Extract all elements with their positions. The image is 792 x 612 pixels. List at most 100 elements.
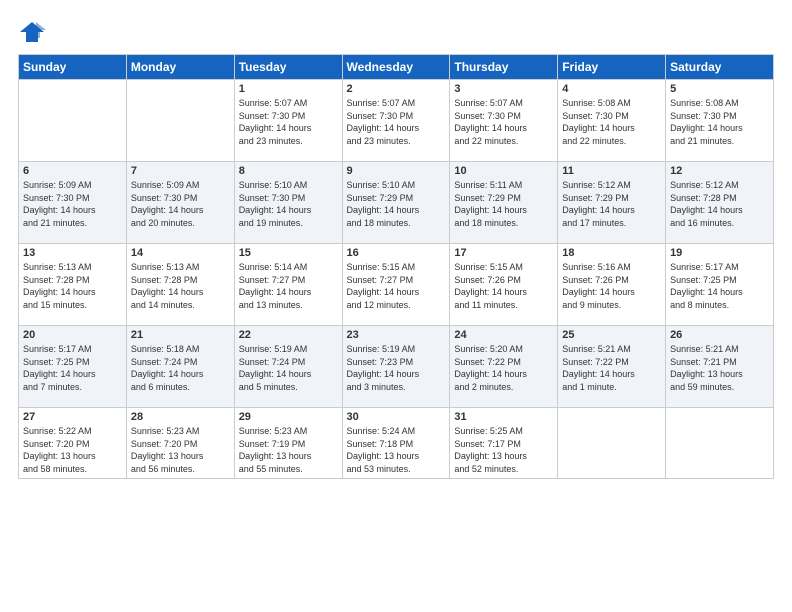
day-info: Sunrise: 5:09 AM Sunset: 7:30 PM Dayligh… (23, 179, 122, 229)
day-cell: 17 Sunrise: 5:15 AM Sunset: 7:26 PM Dayli… (450, 244, 558, 326)
day-number: 23 (347, 329, 446, 341)
week-row-4: 20Sunrise: 5:17 AM Sunset: 7:25 PM Dayli… (19, 326, 774, 408)
day-info: Sunrise: 5:17 AM Sunset: 7:25 PM Dayligh… (23, 343, 122, 393)
day-info: Sunrise: 5:17 AM Sunset: 7:25 PM Dayligh… (670, 261, 769, 311)
day-info: Sunrise: 5:07 AM Sunset: 7:30 PM Dayligh… (347, 97, 446, 147)
day-cell: 25Sunrise: 5:21 AM Sunset: 7:22 PM Dayli… (558, 326, 666, 408)
day-cell: 23 Sunrise: 5:19 AM Sunset: 7:23 PM Dayli… (342, 326, 450, 408)
weekday-header-tuesday: Tuesday (234, 55, 342, 80)
day-info: Sunrise: 5:24 AM Sunset: 7:18 PM Dayligh… (347, 425, 446, 475)
day-cell: 26 Sunrise: 5:21 AM Sunset: 7:21 PM Dayli… (666, 326, 774, 408)
day-info: Sunrise: 5:09 AM Sunset: 7:30 PM Dayligh… (131, 179, 230, 229)
day-cell: 22Sunrise: 5:19 AM Sunset: 7:24 PM Dayli… (234, 326, 342, 408)
day-info: Sunrise: 5:16 AM Sunset: 7:26 PM Dayligh… (562, 261, 661, 311)
day-cell: 12 Sunrise: 5:12 AM Sunset: 7:28 PM Dayli… (666, 162, 774, 244)
day-cell (666, 408, 774, 479)
day-cell: 6 Sunrise: 5:09 AM Sunset: 7:30 PM Daylig… (19, 162, 127, 244)
day-number: 4 (562, 83, 661, 95)
day-number: 3 (454, 83, 553, 95)
week-row-3: 13 Sunrise: 5:13 AM Sunset: 7:28 PM Dayli… (19, 244, 774, 326)
day-number: 28 (131, 411, 230, 423)
week-row-5: 27 Sunrise: 5:22 AM Sunset: 7:20 PM Dayli… (19, 408, 774, 479)
weekday-header-wednesday: Wednesday (342, 55, 450, 80)
calendar: SundayMondayTuesdayWednesdayThursdayFrid… (18, 54, 774, 479)
day-cell: 10 Sunrise: 5:11 AM Sunset: 7:29 PM Dayli… (450, 162, 558, 244)
day-number: 12 (670, 165, 769, 177)
day-info: Sunrise: 5:14 AM Sunset: 7:27 PM Dayligh… (239, 261, 338, 311)
day-cell: 31Sunrise: 5:25 AM Sunset: 7:17 PM Dayli… (450, 408, 558, 479)
logo (18, 18, 50, 46)
day-cell (558, 408, 666, 479)
day-number: 1 (239, 83, 338, 95)
day-number: 2 (347, 83, 446, 95)
day-cell: 30 Sunrise: 5:24 AM Sunset: 7:18 PM Dayli… (342, 408, 450, 479)
day-cell: 11 Sunrise: 5:12 AM Sunset: 7:29 PM Dayli… (558, 162, 666, 244)
logo-icon (18, 18, 46, 46)
day-number: 31 (454, 411, 553, 423)
day-cell: 19 Sunrise: 5:17 AM Sunset: 7:25 PM Dayli… (666, 244, 774, 326)
day-number: 6 (23, 165, 122, 177)
day-cell: 24Sunrise: 5:20 AM Sunset: 7:22 PM Dayli… (450, 326, 558, 408)
day-number: 21 (131, 329, 230, 341)
day-cell: 2 Sunrise: 5:07 AM Sunset: 7:30 PM Daylig… (342, 80, 450, 162)
day-cell: 7 Sunrise: 5:09 AM Sunset: 7:30 PM Daylig… (126, 162, 234, 244)
day-cell: 8Sunrise: 5:10 AM Sunset: 7:30 PM Daylig… (234, 162, 342, 244)
week-row-2: 6 Sunrise: 5:09 AM Sunset: 7:30 PM Daylig… (19, 162, 774, 244)
day-info: Sunrise: 5:18 AM Sunset: 7:24 PM Dayligh… (131, 343, 230, 393)
day-info: Sunrise: 5:10 AM Sunset: 7:30 PM Dayligh… (239, 179, 338, 229)
weekday-header-friday: Friday (558, 55, 666, 80)
day-number: 19 (670, 247, 769, 259)
day-cell: 13 Sunrise: 5:13 AM Sunset: 7:28 PM Dayli… (19, 244, 127, 326)
day-number: 7 (131, 165, 230, 177)
day-info: Sunrise: 5:22 AM Sunset: 7:20 PM Dayligh… (23, 425, 122, 475)
day-number: 17 (454, 247, 553, 259)
day-info: Sunrise: 5:12 AM Sunset: 7:28 PM Dayligh… (670, 179, 769, 229)
day-info: Sunrise: 5:23 AM Sunset: 7:20 PM Dayligh… (131, 425, 230, 475)
day-info: Sunrise: 5:15 AM Sunset: 7:27 PM Dayligh… (347, 261, 446, 311)
day-info: Sunrise: 5:12 AM Sunset: 7:29 PM Dayligh… (562, 179, 661, 229)
day-cell: 1Sunrise: 5:07 AM Sunset: 7:30 PM Daylig… (234, 80, 342, 162)
week-row-1: 1 Sunrise: 5:07 AM Sunset: 7:30 PM Daylig… (19, 80, 774, 162)
weekday-header-saturday: Saturday (666, 55, 774, 80)
day-number: 22 (239, 329, 338, 341)
day-number: 16 (347, 247, 446, 259)
day-number: 27 (23, 411, 122, 423)
day-number: 18 (562, 247, 661, 259)
day-info: Sunrise: 5:08 AM Sunset: 7:30 PM Dayligh… (670, 97, 769, 147)
day-cell: 14Sunrise: 5:13 AM Sunset: 7:28 PM Dayli… (126, 244, 234, 326)
day-number: 11 (562, 165, 661, 177)
day-cell: 5 Sunrise: 5:08 AM Sunset: 7:30 PM Daylig… (666, 80, 774, 162)
day-number: 24 (454, 329, 553, 341)
day-info: Sunrise: 5:19 AM Sunset: 7:23 PM Dayligh… (347, 343, 446, 393)
day-number: 30 (347, 411, 446, 423)
day-info: Sunrise: 5:13 AM Sunset: 7:28 PM Dayligh… (23, 261, 122, 311)
day-cell: 15 Sunrise: 5:14 AM Sunset: 7:27 PM Dayli… (234, 244, 342, 326)
day-number: 13 (23, 247, 122, 259)
day-number: 26 (670, 329, 769, 341)
weekday-header-thursday: Thursday (450, 55, 558, 80)
day-cell: 3Sunrise: 5:07 AM Sunset: 7:30 PM Daylig… (450, 80, 558, 162)
day-cell: 4Sunrise: 5:08 AM Sunset: 7:30 PM Daylig… (558, 80, 666, 162)
day-info: Sunrise: 5:15 AM Sunset: 7:26 PM Dayligh… (454, 261, 553, 311)
day-cell (19, 80, 127, 162)
page: SundayMondayTuesdayWednesdayThursdayFrid… (0, 0, 792, 612)
day-number: 9 (347, 165, 446, 177)
day-number: 14 (131, 247, 230, 259)
day-cell: 28 Sunrise: 5:23 AM Sunset: 7:20 PM Dayli… (126, 408, 234, 479)
day-number: 15 (239, 247, 338, 259)
day-cell: 18 Sunrise: 5:16 AM Sunset: 7:26 PM Dayli… (558, 244, 666, 326)
day-number: 10 (454, 165, 553, 177)
weekday-header-row: SundayMondayTuesdayWednesdayThursdayFrid… (19, 55, 774, 80)
weekday-header-sunday: Sunday (19, 55, 127, 80)
day-info: Sunrise: 5:11 AM Sunset: 7:29 PM Dayligh… (454, 179, 553, 229)
day-number: 25 (562, 329, 661, 341)
day-info: Sunrise: 5:10 AM Sunset: 7:29 PM Dayligh… (347, 179, 446, 229)
day-number: 29 (239, 411, 338, 423)
day-cell: 27 Sunrise: 5:22 AM Sunset: 7:20 PM Dayli… (19, 408, 127, 479)
day-number: 5 (670, 83, 769, 95)
day-cell: 20Sunrise: 5:17 AM Sunset: 7:25 PM Dayli… (19, 326, 127, 408)
weekday-header-monday: Monday (126, 55, 234, 80)
day-cell: 9 Sunrise: 5:10 AM Sunset: 7:29 PM Daylig… (342, 162, 450, 244)
day-info: Sunrise: 5:21 AM Sunset: 7:21 PM Dayligh… (670, 343, 769, 393)
header (18, 18, 774, 46)
